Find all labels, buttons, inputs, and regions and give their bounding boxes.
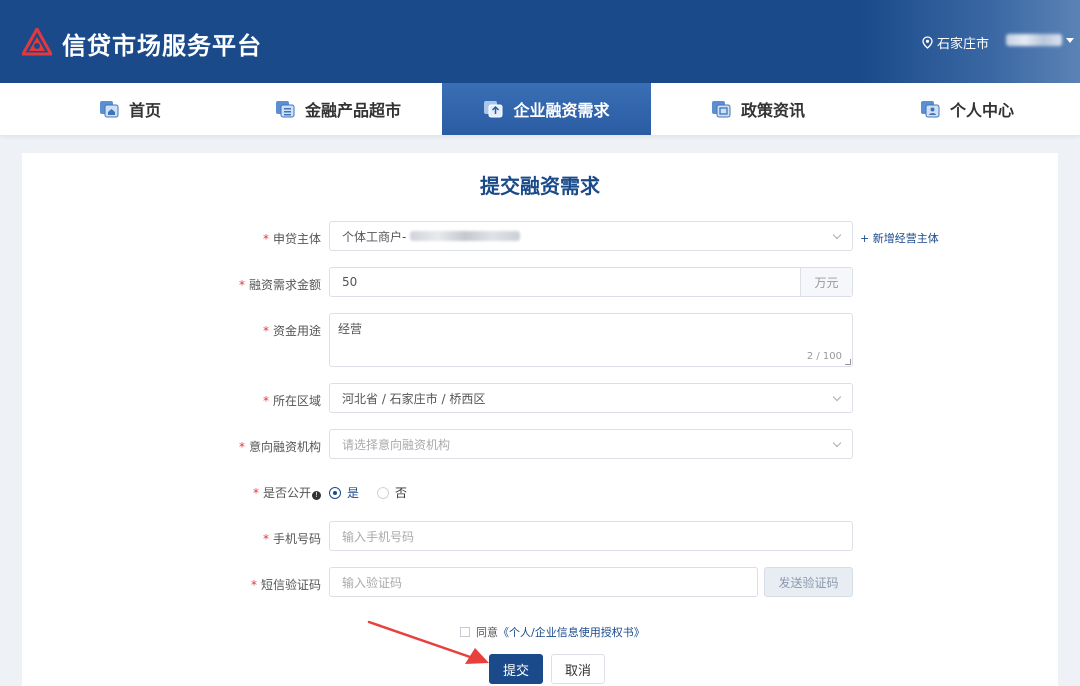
applicant-name-redacted xyxy=(410,231,521,241)
purpose-textarea[interactable]: 经营 2 / 100 xyxy=(329,313,853,367)
public-no-radio[interactable]: 否 xyxy=(377,484,407,501)
institution-placeholder: 请选择意向融资机构 xyxy=(342,437,451,452)
institution-select[interactable]: 请选择意向融资机构 xyxy=(329,429,853,459)
required-mark: * xyxy=(238,440,245,454)
public-no-label: 否 xyxy=(395,486,408,500)
institution-label: * 意向融资机构 xyxy=(121,438,321,455)
region-value: 河北省 / 石家庄市 / 桥西区 xyxy=(342,391,486,406)
applicant-select[interactable]: 个体工商户- xyxy=(329,221,853,251)
public-label: * 是否公开! xyxy=(121,484,321,501)
send-code-button[interactable]: 发送验证码 xyxy=(764,567,853,597)
agreement-prefix: 同意 xyxy=(476,626,498,639)
main-nav: 首页 金融产品超市 企业融资需求 政策资讯 个人中心 xyxy=(0,83,1080,135)
phone-placeholder: 输入手机号码 xyxy=(342,529,415,544)
amount-label: * 融资需求金额 xyxy=(121,276,321,293)
amount-value: 50 xyxy=(342,275,358,289)
nav-user-center-label: 个人中心 xyxy=(949,101,1014,120)
nav-news-label: 政策资讯 xyxy=(740,101,805,120)
purpose-label: * 资金用途 xyxy=(121,322,321,339)
required-mark: * xyxy=(262,324,269,338)
location-selector[interactable]: 石家庄市 xyxy=(922,33,989,52)
chevron-down-icon xyxy=(832,230,842,240)
financing-icon xyxy=(484,101,503,118)
required-mark: * xyxy=(262,394,269,408)
applicant-value: 个体工商户- xyxy=(342,229,407,244)
home-icon xyxy=(99,101,119,118)
location-pin-icon xyxy=(922,36,933,49)
radio-checked-icon xyxy=(329,486,341,499)
user-center-icon xyxy=(920,101,940,118)
resize-handle-icon[interactable] xyxy=(845,359,851,365)
sms-code-input[interactable]: 输入验证码 xyxy=(329,567,758,597)
submit-button[interactable]: 提交 xyxy=(489,654,543,684)
region-select[interactable]: 河北省 / 石家庄市 / 桥西区 xyxy=(329,383,853,413)
required-mark: * xyxy=(262,532,269,546)
nav-news[interactable]: 政策资讯 xyxy=(668,83,848,135)
public-label-text: 是否公开 xyxy=(262,486,311,500)
phone-label: * 手机号码 xyxy=(121,530,321,547)
phone-input[interactable]: 输入手机号码 xyxy=(329,521,853,551)
info-icon[interactable]: ! xyxy=(312,491,321,500)
authorization-doc-link[interactable]: 《个人/企业信息使用授权书》 xyxy=(498,624,645,640)
nav-home[interactable]: 首页 xyxy=(40,83,220,135)
site-header: 信贷市场服务平台 xyxy=(0,0,1080,83)
required-mark: * xyxy=(238,278,245,292)
site-title: 信贷市场服务平台 xyxy=(62,32,262,60)
nav-products-label: 金融产品超市 xyxy=(304,101,401,120)
add-business-entity-link[interactable]: + 新增经营主体 xyxy=(860,230,939,246)
region-label: * 所在区域 xyxy=(121,392,321,409)
applicant-label: * 申贷主体 xyxy=(121,230,321,247)
required-mark: * xyxy=(262,232,269,246)
institution-label-text: 意向融资机构 xyxy=(248,440,321,454)
region-label-text: 所在区域 xyxy=(272,394,321,408)
char-counter: 2 / 100 xyxy=(806,351,842,362)
required-mark: * xyxy=(250,578,257,592)
applicant-label-text: 申贷主体 xyxy=(272,232,321,246)
location-text: 石家庄市 xyxy=(937,37,990,52)
phone-label-text: 手机号码 xyxy=(272,532,321,546)
chevron-down-icon xyxy=(832,438,842,448)
news-icon xyxy=(711,101,731,118)
caret-down-icon xyxy=(1066,37,1074,43)
public-yes-radio[interactable]: 是 xyxy=(329,484,359,501)
agreement-checkbox[interactable] xyxy=(460,627,470,637)
nav-financing[interactable]: 企业融资需求 xyxy=(442,83,651,135)
amount-unit: 万元 xyxy=(800,268,852,296)
nav-financing-label: 企业融资需求 xyxy=(513,101,610,120)
page-title: 提交融资需求 xyxy=(480,174,600,198)
nav-products[interactable]: 金融产品超市 xyxy=(248,83,428,135)
products-icon xyxy=(275,101,295,118)
username-redacted xyxy=(1006,34,1062,46)
required-mark: * xyxy=(252,486,259,500)
sms-code-label-text: 短信验证码 xyxy=(260,578,321,592)
purpose-value: 经营 xyxy=(338,322,363,336)
logo-icon xyxy=(22,28,52,56)
nav-home-label: 首页 xyxy=(128,101,161,120)
sms-code-label: * 短信验证码 xyxy=(121,576,321,593)
radio-unchecked-icon xyxy=(377,486,389,499)
chevron-down-icon xyxy=(832,392,842,402)
sms-code-placeholder: 输入验证码 xyxy=(342,575,403,590)
user-menu[interactable] xyxy=(1006,34,1074,46)
agreement-row: 同意 《个人/企业信息使用授权书》 xyxy=(460,624,645,640)
amount-input[interactable]: 50 万元 xyxy=(329,267,853,297)
nav-user-center[interactable]: 个人中心 xyxy=(877,83,1057,135)
public-yes-label: 是 xyxy=(347,486,360,500)
purpose-label-text: 资金用途 xyxy=(272,324,321,338)
amount-label-text: 融资需求金额 xyxy=(248,278,321,292)
cancel-button[interactable]: 取消 xyxy=(551,654,605,684)
